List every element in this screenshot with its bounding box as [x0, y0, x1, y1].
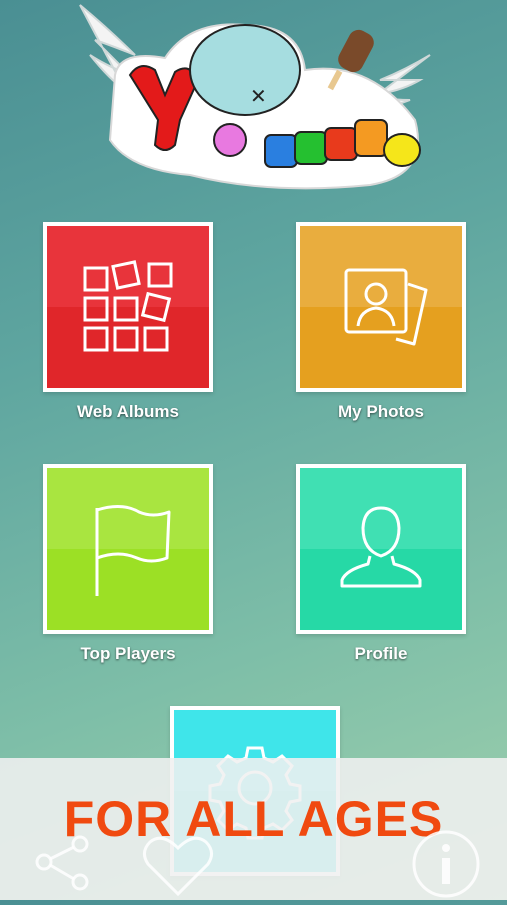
web-albums-tile[interactable]: [43, 222, 213, 392]
grid-icon: [83, 260, 173, 352]
top-players-button[interactable]: Top Players: [43, 464, 213, 664]
share-icon[interactable]: [30, 832, 100, 897]
info-icon[interactable]: [410, 828, 482, 905]
top-players-label: Top Players: [80, 644, 176, 663]
svg-text:✕: ✕: [250, 84, 267, 108]
app-logo: ✕: [70, 0, 440, 200]
web-albums-button[interactable]: Web Albums: [43, 222, 213, 422]
web-albums-label: Web Albums: [76, 402, 179, 421]
profile-label: Profile: [354, 644, 408, 663]
photo-icon: [344, 268, 428, 346]
flag-icon: [95, 505, 171, 596]
my-photos-tile[interactable]: [296, 222, 466, 392]
profile-button[interactable]: Profile: [296, 464, 466, 664]
my-photos-label: My Photos: [338, 402, 424, 421]
top-players-tile[interactable]: [43, 464, 213, 634]
profile-tile[interactable]: [296, 464, 466, 634]
heart-icon[interactable]: [138, 832, 218, 903]
person-icon: [340, 506, 422, 588]
my-photos-button[interactable]: My Photos: [296, 222, 466, 422]
